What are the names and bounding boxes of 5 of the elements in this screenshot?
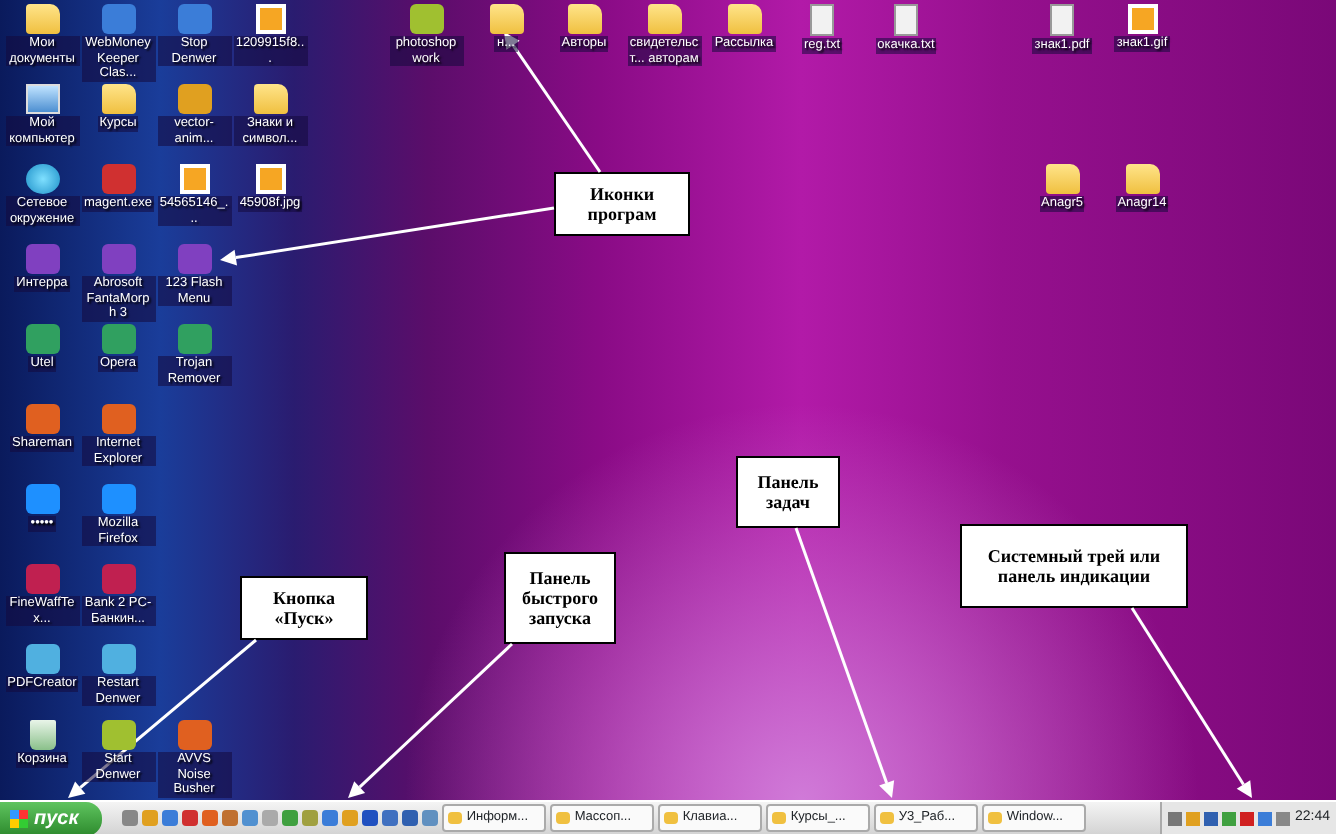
callout-label: Кнопка «Пуск» [240, 576, 368, 640]
callout-label: Панель быстрого запуска [504, 552, 616, 644]
callout-label: Панель задач [736, 456, 840, 528]
callout-label: Иконки програм [554, 172, 690, 236]
callout-label: Системный трей или панель индикации [960, 524, 1188, 608]
